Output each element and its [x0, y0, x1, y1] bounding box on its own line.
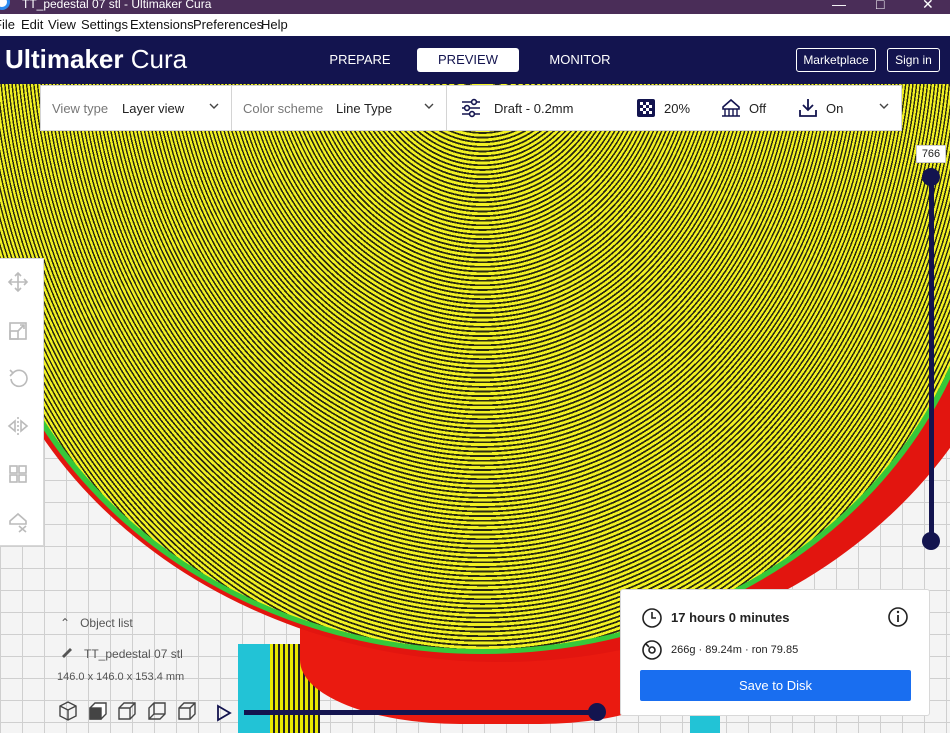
infill-value[interactable]: 20% — [664, 101, 690, 116]
color-scheme-dropdown[interactable]: Line Type — [336, 101, 392, 116]
marketplace-button[interactable]: Marketplace — [796, 48, 876, 72]
view-type-label: View type — [52, 101, 109, 116]
rotate-icon[interactable] — [7, 367, 29, 389]
move-icon[interactable] — [7, 271, 29, 293]
view-type-dropdown[interactable]: Layer view — [122, 101, 184, 116]
clock-icon — [642, 608, 662, 628]
view-toolbar: View type Layer view Color scheme Line T… — [40, 85, 902, 131]
object-list-header[interactable]: ⌃ Object list — [60, 616, 133, 630]
play-icon[interactable] — [214, 703, 234, 723]
support-value[interactable]: Off — [749, 101, 766, 116]
chevron-down-icon[interactable] — [422, 99, 436, 113]
layer-slider-top-handle[interactable] — [922, 168, 940, 186]
print-settings-icon[interactable] — [460, 97, 482, 119]
object-name[interactable]: TT_pedestal 07 stl — [60, 646, 183, 661]
support-blocker-icon[interactable] — [7, 511, 29, 533]
divider — [231, 86, 232, 130]
save-to-disk-button[interactable]: Save to Disk — [640, 670, 911, 701]
print-time: 17 hours 0 minutes — [671, 610, 790, 625]
info-icon[interactable] — [887, 606, 909, 628]
tool-panel — [0, 258, 44, 546]
left-view-icon[interactable] — [146, 700, 168, 722]
menu-bar: File Edit View Settings Extensions Prefe… — [0, 14, 950, 36]
front-view-icon[interactable] — [87, 700, 109, 722]
layer-slider-bottom-handle[interactable] — [922, 532, 940, 550]
right-view-icon[interactable] — [176, 700, 198, 722]
object-list-label: Object list — [80, 616, 133, 630]
object-name-label: TT_pedestal 07 stl — [84, 647, 183, 661]
object-dimensions: 146.0 x 146.0 x 153.4 mm — [57, 671, 185, 683]
close-icon[interactable]: ✕ — [922, 0, 934, 13]
cura-app-icon — [0, 0, 10, 10]
scale-icon[interactable] — [7, 320, 29, 342]
infill-icon[interactable] — [635, 97, 657, 119]
support-icon[interactable] — [720, 97, 742, 119]
profile-value[interactable]: Draft - 0.2mm — [494, 101, 573, 116]
color-scheme-label: Color scheme — [243, 101, 324, 116]
top-view-icon[interactable] — [116, 700, 138, 722]
window-title: TT_pedestal 07 stl - Ultimaker Cura — [22, 0, 212, 11]
spool-icon — [642, 640, 662, 660]
tab-preview[interactable]: PREVIEW — [417, 48, 519, 72]
adhesion-value[interactable]: On — [826, 101, 843, 116]
maximize-icon[interactable]: □ — [876, 0, 884, 12]
layer-slider-track[interactable] — [929, 176, 934, 542]
window-title-bar: TT_pedestal 07 stl - Ultimaker Cura — □ … — [0, 0, 950, 14]
tab-prepare[interactable]: PREPARE — [320, 48, 400, 72]
adhesion-icon[interactable] — [797, 97, 819, 119]
menu-extensions[interactable]: Extensions — [130, 17, 194, 32]
3d-view-icon[interactable] — [57, 700, 79, 722]
app-header: Ultimaker Cura PREPARE PREVIEW MONITOR M… — [0, 36, 950, 84]
menu-preferences[interactable]: Preferences — [193, 17, 263, 32]
chevron-down-icon[interactable] — [207, 99, 221, 113]
menu-file[interactable]: File — [0, 17, 15, 32]
tab-monitor[interactable]: MONITOR — [538, 48, 622, 72]
simulation-slider-handle[interactable] — [588, 703, 606, 721]
pencil-icon[interactable] — [60, 646, 74, 658]
menu-settings[interactable]: Settings — [81, 17, 128, 32]
chevron-down-icon[interactable] — [877, 99, 891, 113]
divider — [446, 86, 447, 130]
print-info-panel: 17 hours 0 minutes 266g · 89.24m · ron 7… — [620, 589, 930, 716]
menu-help[interactable]: Help — [261, 17, 288, 32]
menu-view[interactable]: View — [48, 17, 76, 32]
mirror-icon[interactable] — [7, 415, 29, 437]
ultimaker-cura-logo: Ultimaker Cura — [5, 44, 188, 74]
per-model-settings-icon[interactable] — [7, 463, 29, 485]
sign-in-button[interactable]: Sign in — [887, 48, 940, 72]
minimize-icon[interactable]: — — [832, 0, 846, 12]
chevron-up-icon: ⌃ — [60, 616, 71, 630]
menu-edit[interactable]: Edit — [21, 17, 43, 32]
simulation-slider-track[interactable] — [244, 710, 598, 715]
current-layer-label: 766 — [916, 145, 946, 163]
material-usage: 266g · 89.24m · ron 79.85 — [671, 644, 799, 656]
